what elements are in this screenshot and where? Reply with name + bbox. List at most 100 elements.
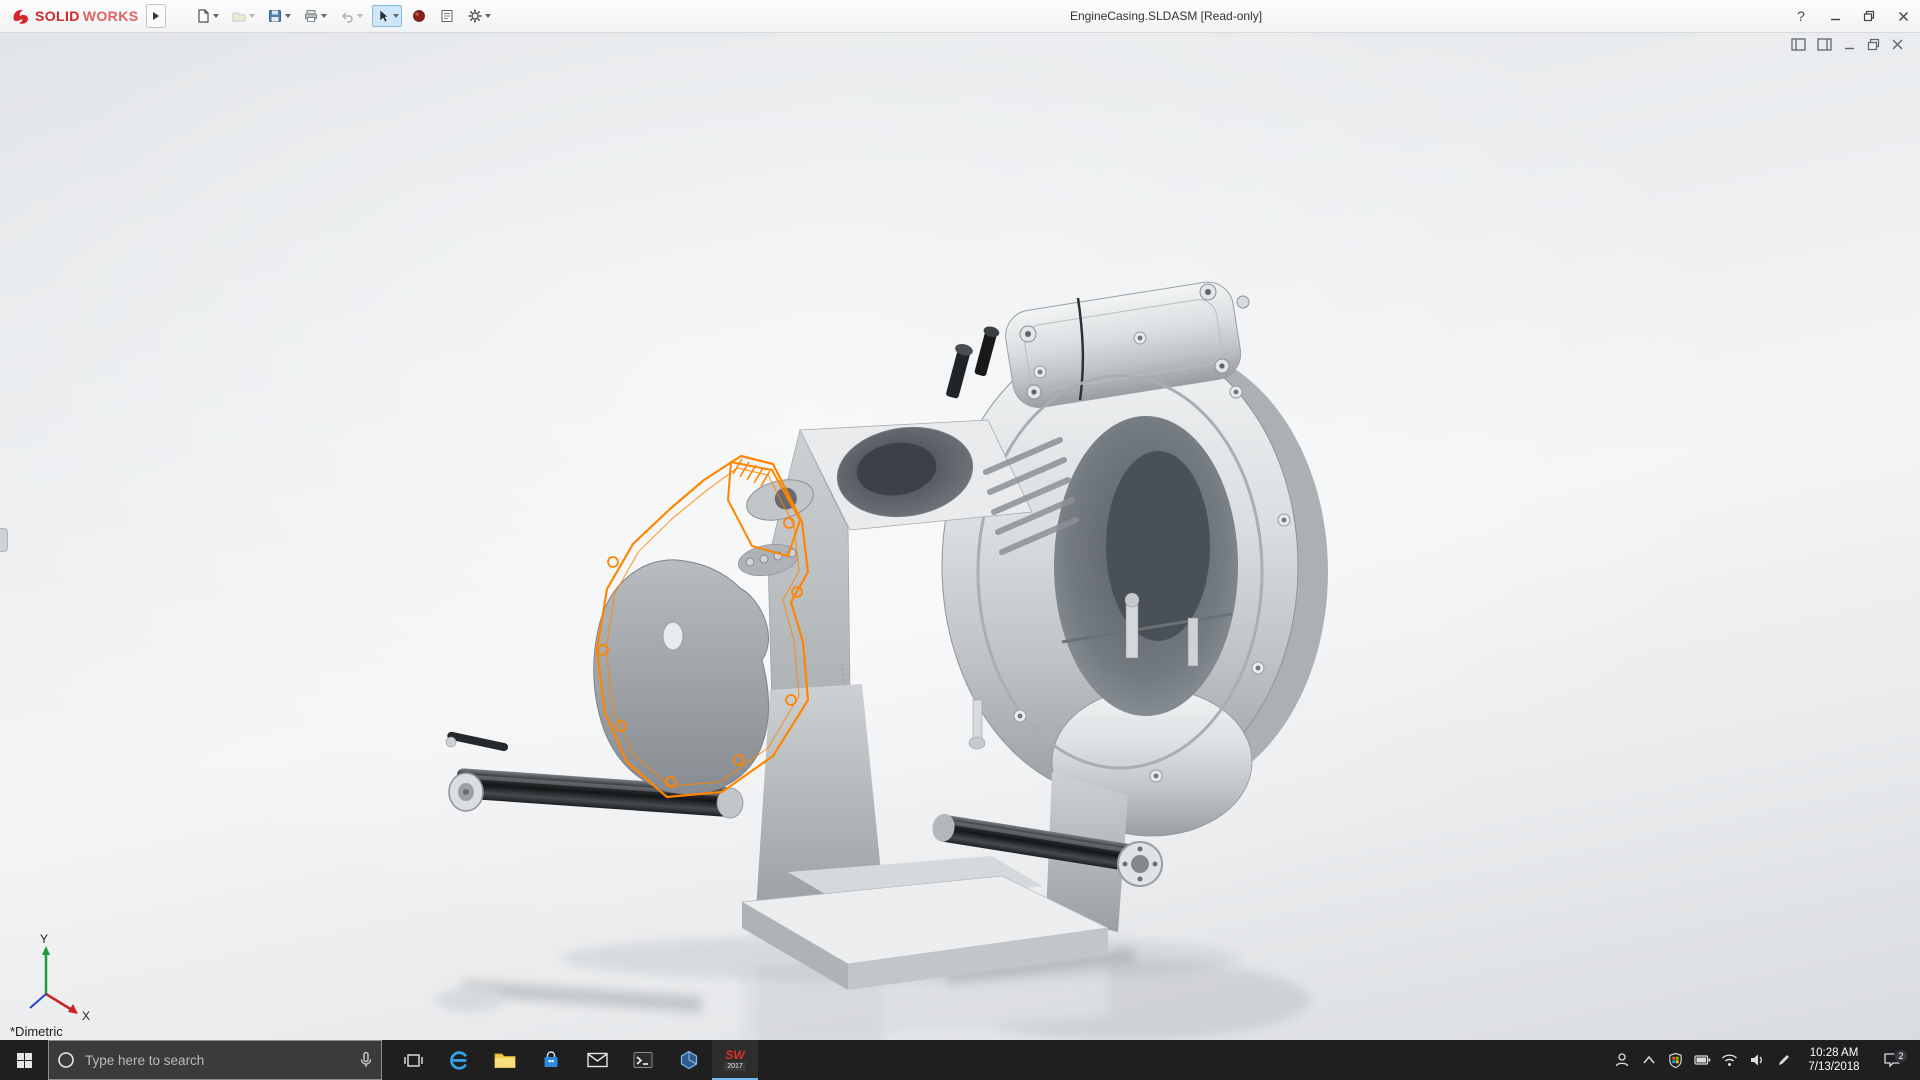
select-cursor-icon [375,8,391,24]
solidworks-app-button[interactable]: SW 2017 [712,1040,758,1080]
save-button[interactable] [264,5,294,27]
ds-logo-icon [10,6,32,26]
wifi-icon [1721,1053,1738,1067]
store-button[interactable] [528,1040,574,1080]
solidworks-letters: SW [725,1049,744,1061]
edge-button[interactable] [436,1040,482,1080]
solidworks-logo: SOLIDWORKS [0,6,146,26]
notification-badge: 2 [1894,1049,1908,1063]
speaker-icon [1749,1053,1765,1067]
dropdown-caret-icon[interactable] [357,14,363,18]
doc-close-icon[interactable] [1891,38,1904,51]
task-view-button[interactable] [390,1040,436,1080]
cortana-circle-icon [57,1051,75,1069]
doc-restore-icon[interactable] [1867,38,1880,51]
printer-icon [303,8,319,24]
system-tray: 10:28 AM 7/13/2018 2 [1608,1040,1920,1080]
play-arrow-icon [152,11,160,21]
close-button[interactable] [1886,0,1920,32]
open-button[interactable] [228,5,258,27]
file-properties-icon [439,8,455,24]
dropdown-caret-icon[interactable] [285,14,291,18]
doc-minimize-icon[interactable] [1843,38,1856,51]
people-icon [1614,1052,1630,1068]
close-icon [1898,11,1909,22]
hidden-icons-button[interactable] [1635,1055,1662,1065]
command-prompt-icon [633,1051,653,1069]
new-document-icon [195,8,211,24]
edrawings-hexagon-icon [679,1050,699,1070]
edge-icon [448,1049,470,1071]
edrawings-button[interactable] [666,1040,712,1080]
clock-time: 10:28 AM [1797,1046,1871,1060]
solidworks-app-icon: SW 2017 [724,1049,746,1071]
minimize-button[interactable] [1818,0,1852,32]
task-view-icon [404,1052,423,1069]
window-title: EngineCasing.SLDASM [Read-only] [1070,0,1262,32]
window-controls: ? [1784,0,1920,32]
axis-x-label: X [82,1009,90,1023]
clock-date: 7/13/2018 [1797,1060,1871,1074]
windows-logo-icon [16,1052,33,1069]
options-gear-icon [467,8,483,24]
print-button[interactable] [300,5,330,27]
start-button[interactable] [0,1040,48,1080]
file-properties-button[interactable] [436,5,458,27]
taskbar: SW 2017 [0,1040,1920,1080]
dropdown-caret-icon[interactable] [213,14,219,18]
brand-text-works: WORKS [83,8,139,24]
help-button[interactable]: ? [1784,0,1818,32]
pen-button[interactable] [1770,1053,1797,1068]
axis-y-label: Y [40,932,48,946]
file-explorer-button[interactable] [482,1040,528,1080]
brand-text-solid: SOLID [35,8,80,24]
file-explorer-icon [494,1051,516,1069]
options-button[interactable] [464,5,494,27]
document-window-controls [1791,38,1904,51]
defender-button[interactable] [1662,1052,1689,1068]
menu-expand-button[interactable] [146,4,166,28]
engine-casing-model[interactable] [0,32,1920,1040]
panel-collapse-handle[interactable] [0,528,8,552]
view-orientation-label: *Dimetric [10,1024,63,1039]
dropdown-caret-icon[interactable] [485,14,491,18]
undo-button[interactable] [336,5,366,27]
restore-icon [1863,10,1875,22]
titlebar: SOLIDWORKS [0,0,1920,33]
material-button[interactable] [408,5,430,27]
store-bag-icon [541,1050,561,1070]
taskbar-search[interactable] [48,1040,382,1080]
graphics-viewport[interactable]: Y X *Dimetric [0,32,1920,1040]
orientation-triad: Y X [8,932,118,1036]
quick-access-toolbar [192,5,494,27]
volume-button[interactable] [1743,1053,1770,1067]
save-floppy-icon [267,8,283,24]
taskbar-clock[interactable]: 10:28 AM 7/13/2018 [1797,1046,1871,1074]
split-pane-left-icon[interactable] [1791,38,1806,51]
action-center-button[interactable]: 2 [1871,1052,1913,1068]
dropdown-caret-icon[interactable] [393,14,399,18]
select-tool-button[interactable] [372,5,402,27]
chevron-up-icon [1642,1055,1656,1065]
defender-shield-icon [1668,1052,1683,1068]
command-prompt-button[interactable] [620,1040,666,1080]
microphone-icon[interactable] [359,1051,373,1069]
maximize-button[interactable] [1852,0,1886,32]
search-input[interactable] [83,1052,351,1069]
mail-envelope-icon [587,1052,608,1068]
undo-arrow-icon [339,8,355,24]
dropdown-caret-icon[interactable] [249,14,255,18]
solidworks-year-badge: 2017 [724,1062,746,1071]
taskbar-apps: SW 2017 [390,1040,758,1080]
split-pane-right-icon[interactable] [1817,38,1832,51]
new-document-button[interactable] [192,5,222,27]
mail-button[interactable] [574,1040,620,1080]
pen-icon [1776,1053,1791,1068]
dropdown-caret-icon[interactable] [321,14,327,18]
battery-button[interactable] [1689,1054,1716,1066]
wifi-button[interactable] [1716,1053,1743,1067]
material-sphere-icon [411,8,427,24]
people-button[interactable] [1608,1052,1635,1068]
open-folder-icon [231,8,247,24]
battery-icon [1694,1054,1711,1066]
